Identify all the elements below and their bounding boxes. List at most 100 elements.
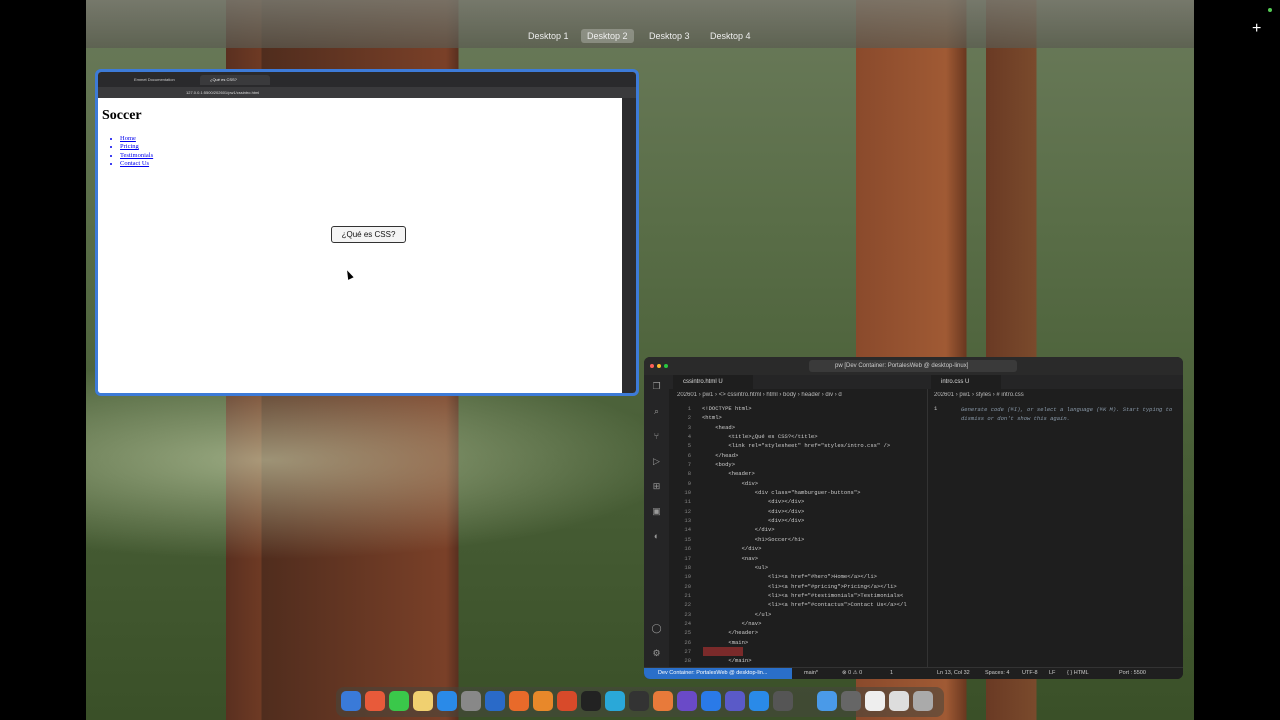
- tab-cssintro-html[interactable]: cssintro.html U: [673, 375, 753, 389]
- nav-link-pricing[interactable]: Pricing: [120, 143, 153, 151]
- line-number: 25: [684, 629, 691, 637]
- status-dot: [1268, 8, 1272, 12]
- line-number: 10: [684, 489, 691, 497]
- run-debug-icon[interactable]: ▷: [651, 456, 662, 467]
- page-title: Soccer: [102, 108, 142, 123]
- explorer-icon[interactable]: ❐: [651, 381, 662, 392]
- nav-link-testimonials[interactable]: Testimonials: [120, 152, 153, 160]
- line-number: 11: [684, 498, 691, 506]
- line-number: 19: [684, 573, 691, 581]
- edge-icon[interactable]: [605, 691, 625, 711]
- extensions-icon[interactable]: ⊞: [651, 481, 662, 492]
- line-number: 13: [684, 517, 691, 525]
- nav-link-contact[interactable]: Contact Us: [120, 160, 153, 168]
- line-number: 3: [687, 423, 691, 431]
- command-center-search[interactable]: pw [Dev Container: PortalesWeb @ desktop…: [809, 360, 1017, 372]
- remote-indicator[interactable]: Dev Container: PortalesWeb @ desktop-lin…: [644, 668, 792, 679]
- screen: Desktop 1 Desktop 2 Desktop 3 Desktop 4 …: [0, 0, 1280, 720]
- obsidian-icon[interactable]: [677, 691, 697, 711]
- live-server-port[interactable]: Port : 5500: [1119, 668, 1146, 679]
- git-branch[interactable]: main*: [804, 668, 818, 679]
- tab-emmet-docs[interactable]: Emmet Documentation: [124, 75, 196, 85]
- vscode-titlebar: pw [Dev Container: PortalesWeb @ desktop…: [644, 357, 1183, 375]
- launchpad-icon[interactable]: [365, 691, 385, 711]
- line-number: 4: [687, 433, 691, 441]
- breadcrumb-left[interactable]: 202601 › pw1 › <> cssintro.html › html ›…: [677, 392, 927, 398]
- line-ending[interactable]: LF: [1049, 668, 1055, 679]
- line-number: 17: [684, 554, 691, 562]
- space-desktop-2[interactable]: Desktop 2: [581, 29, 634, 43]
- line-number: 12: [684, 507, 691, 515]
- indentation[interactable]: Spaces: 4: [985, 668, 1009, 679]
- add-space-icon[interactable]: +: [1252, 20, 1261, 38]
- editor-split-divider[interactable]: [927, 389, 928, 667]
- vscode-window[interactable]: pw [Dev Container: PortalesWeb @ desktop…: [644, 357, 1183, 679]
- line-number: 1: [687, 405, 691, 412]
- line-number: 7: [687, 461, 691, 469]
- nav-link-home[interactable]: Home: [120, 135, 153, 143]
- line-number-gutter: 1 2 3 4 5 6 7 8 9 10 11 12 13 14 15 16 17 18 19 20 21 22 23 24 2…: [669, 404, 691, 666]
- mouse-cursor-icon: [344, 269, 354, 280]
- activity-monitor-icon[interactable]: [773, 691, 793, 711]
- browser-toolbar: 127.0.0.1:5500/202601/pw1/cssintro.html: [98, 87, 636, 98]
- line-number: 21: [684, 591, 691, 599]
- docker-icon[interactable]: [749, 691, 769, 711]
- activity-bar: ❐ ⌕ ⑂ ▷ ⊞ ▣ ◐ ◯ ⚙: [644, 375, 669, 667]
- vscode-icon[interactable]: [485, 691, 505, 711]
- terminal-icon[interactable]: [581, 691, 601, 711]
- line-number: 26: [684, 638, 691, 646]
- que-es-css-button[interactable]: ¿Qué es CSS?: [331, 226, 406, 243]
- settings-gear-icon[interactable]: ⚙: [651, 648, 662, 659]
- space-desktop-4[interactable]: Desktop 4: [704, 29, 757, 43]
- html-code-editor[interactable]: <!DOCTYPE html> <html> <head> <title>¿Qu…: [702, 404, 924, 666]
- search-icon[interactable]: ⌕: [651, 406, 662, 417]
- minimize-icon[interactable]: [657, 364, 661, 368]
- monitor-icon[interactable]: [629, 691, 649, 711]
- browser-sidebar: [622, 98, 636, 393]
- line-number: 28: [684, 657, 691, 665]
- books-icon[interactable]: [533, 691, 553, 711]
- tab-que-es-css[interactable]: ¿Qué es CSS?: [200, 75, 270, 85]
- dock: [336, 687, 944, 717]
- space-desktop-1[interactable]: Desktop 1: [522, 29, 575, 43]
- line-number: 24: [684, 619, 691, 627]
- problems-count[interactable]: ⊗ 0 ⚠ 0: [842, 668, 862, 679]
- downloads-folder-icon[interactable]: [817, 691, 837, 711]
- close-icon[interactable]: [650, 364, 654, 368]
- address-bar[interactable]: 127.0.0.1:5500/202601/pw1/cssintro.html: [186, 89, 446, 96]
- facetime-icon[interactable]: [389, 691, 409, 711]
- zoom-icon[interactable]: [664, 364, 668, 368]
- css-line-number: 1: [934, 405, 938, 412]
- preview-icon[interactable]: [889, 691, 909, 711]
- office-icon[interactable]: [653, 691, 673, 711]
- space-desktop-3[interactable]: Desktop 3: [643, 29, 696, 43]
- remote-explorer-icon[interactable]: ▣: [651, 506, 662, 517]
- language-mode[interactable]: { } HTML: [1067, 668, 1089, 679]
- document-icon[interactable]: [865, 691, 885, 711]
- trash-icon[interactable]: [913, 691, 933, 711]
- brave-icon[interactable]: [557, 691, 577, 711]
- line-number: 6: [687, 451, 691, 459]
- browser-window[interactable]: Emmet Documentation ¿Qué es CSS? 127.0.0…: [95, 69, 639, 396]
- notes-icon[interactable]: [413, 691, 433, 711]
- tab-intro-css[interactable]: intro.css U: [931, 375, 1001, 389]
- finder-icon[interactable]: [341, 691, 361, 711]
- line-number: 15: [684, 535, 691, 543]
- zoom-app-icon[interactable]: [701, 691, 721, 711]
- breadcrumb-right[interactable]: 202601 › pw1 › styles › # intro.css: [934, 392, 1174, 398]
- source-control-icon[interactable]: ⑂: [651, 431, 662, 442]
- edge-devtools-icon[interactable]: ◐: [651, 531, 662, 542]
- line-number: 23: [684, 610, 691, 618]
- system-settings-icon[interactable]: [461, 691, 481, 711]
- line-number: 9: [687, 479, 691, 487]
- firefox-icon[interactable]: [509, 691, 529, 711]
- teams-icon[interactable]: [725, 691, 745, 711]
- app-store-icon[interactable]: [437, 691, 457, 711]
- stack-icon[interactable]: [841, 691, 861, 711]
- line-number: 18: [684, 563, 691, 571]
- account-icon[interactable]: ◯: [651, 623, 662, 634]
- encoding[interactable]: UTF-8: [1022, 668, 1038, 679]
- empty-editor-hint[interactable]: Generate code (⌘I), or select a language…: [961, 405, 1176, 423]
- ports-count[interactable]: 1: [890, 668, 893, 679]
- cursor-position[interactable]: Ln 13, Col 32: [937, 668, 970, 679]
